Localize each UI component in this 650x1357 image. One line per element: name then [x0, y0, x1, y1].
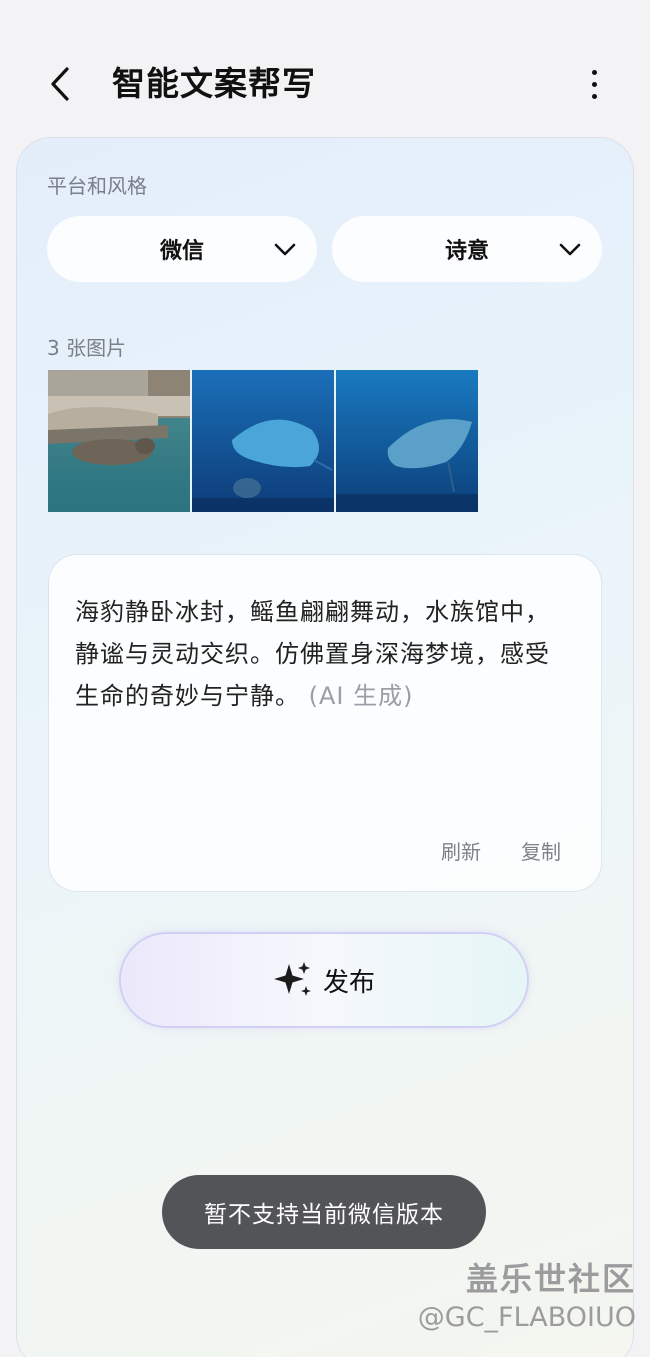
sparkle-icon: [273, 962, 311, 996]
toast-message: 暂不支持当前微信版本: [162, 1175, 486, 1249]
generated-text[interactable]: 海豹静卧冰封，鳐鱼翩翩舞动，水族馆中，静谧与灵动交织。仿佛置身深海梦境，感受生命…: [75, 591, 565, 717]
toast-text: 暂不支持当前微信版本: [204, 1202, 444, 1228]
chevron-down-icon: [274, 243, 296, 256]
text-actions: 刷新 复制: [441, 836, 561, 865]
image-count-label: 3 张图片: [47, 336, 127, 360]
more-dot: [591, 81, 597, 87]
platform-value: 微信: [159, 239, 204, 264]
style-dropdown[interactable]: 诗意: [332, 216, 602, 282]
watermark-community: 盖乐世社区: [465, 1260, 636, 1298]
screen: 智能文案帮写 平台和风格 微信 诗意 3 张图片 海豹静卧冰封，鳐鱼翩翩舞动，水…: [0, 0, 650, 1357]
image-thumbnail-stingray-2[interactable]: [336, 370, 478, 512]
chevron-down-icon: [559, 243, 581, 256]
copywriting-card: 平台和风格 微信 诗意 3 张图片 海豹静卧冰封，鳐鱼翩翩舞动，水族馆中，静谧与…: [17, 138, 633, 1357]
image-thumbnail-seal[interactable]: [48, 370, 190, 512]
generated-text-card: 海豹静卧冰封，鳐鱼翩翩舞动，水族馆中，静谧与灵动交织。仿佛置身深海梦境，感受生命…: [49, 555, 601, 891]
image-strip: [48, 370, 478, 512]
publish-button[interactable]: 发布: [121, 934, 527, 1026]
more-dot: [591, 69, 597, 75]
refresh-button[interactable]: 刷新: [441, 836, 481, 865]
chevron-left-icon: [51, 67, 69, 101]
watermark-handle: @GC_FLABOIUO: [417, 1302, 636, 1333]
page-title: 智能文案帮写: [112, 64, 316, 103]
publish-label: 发布: [322, 967, 375, 998]
more-options-button[interactable]: [582, 62, 606, 106]
app-header: 智能文案帮写: [0, 44, 650, 124]
style-value: 诗意: [444, 239, 489, 264]
copy-button[interactable]: 复制: [521, 836, 561, 865]
more-dot: [591, 93, 597, 99]
ai-generated-tag: (AI 生成): [308, 682, 414, 710]
platform-style-label: 平台和风格: [47, 174, 147, 198]
back-button[interactable]: [38, 62, 82, 106]
image-thumbnail-stingray-1[interactable]: [192, 370, 334, 512]
platform-dropdown[interactable]: 微信: [47, 216, 317, 282]
